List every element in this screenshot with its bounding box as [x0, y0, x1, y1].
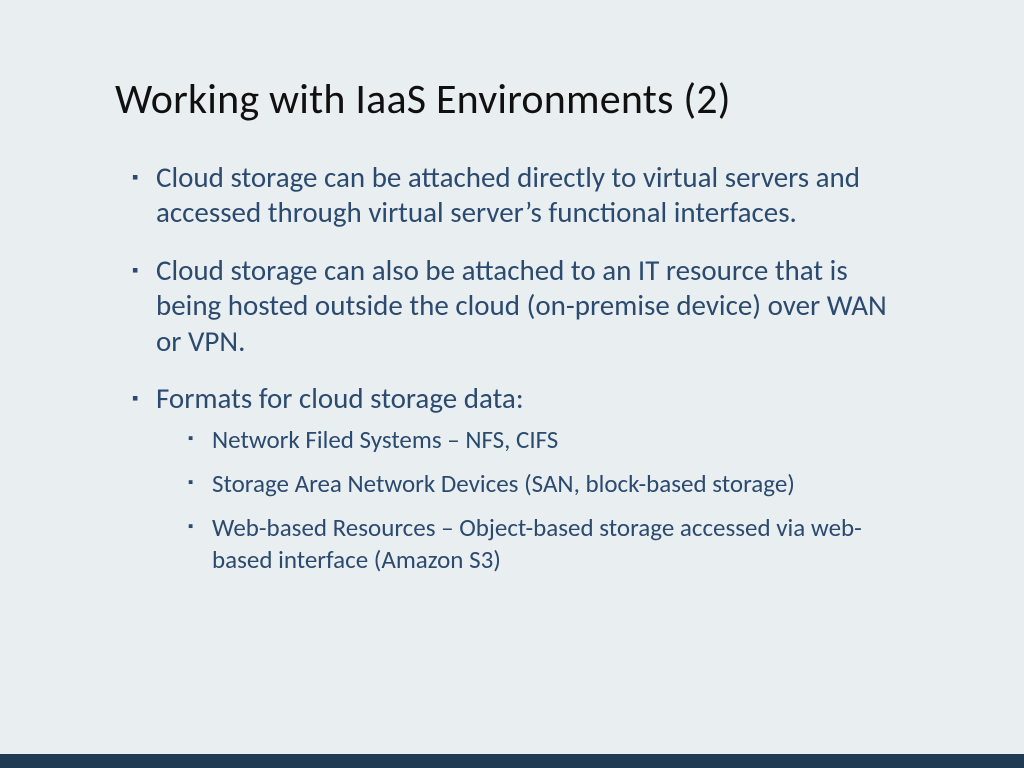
footer-bar: [0, 754, 1024, 768]
sub-bullet-text: Network Filed Systems – NFS, CIFS: [212, 424, 558, 455]
slide-body: Cloud storage can be attached directly t…: [132, 160, 912, 598]
sub-bullet-item: Web-based Resources – Object-based stora…: [188, 512, 912, 576]
bullet-text: Cloud storage can be attached directly t…: [156, 159, 860, 230]
bullet-text: Formats for cloud storage data:: [156, 380, 524, 416]
bullet-item: Cloud storage can also be attached to an…: [132, 253, 912, 359]
sub-bullet-item: Storage Area Network Devices (SAN, block…: [188, 468, 912, 500]
sub-bullet-text: Web-based Resources – Object-based stora…: [212, 512, 862, 575]
bullet-item: Cloud storage can be attached directly t…: [132, 160, 912, 231]
sub-bullet-item: Network Filed Systems – NFS, CIFS: [188, 424, 912, 456]
sub-bullet-list: Network Filed Systems – NFS, CIFS Storag…: [188, 424, 912, 576]
bullet-text: Cloud storage can also be attached to an…: [156, 252, 887, 359]
slide-title: Working with IaaS Environments (2): [115, 74, 954, 125]
sub-bullet-text: Storage Area Network Devices (SAN, block…: [212, 468, 795, 499]
bullet-item: Formats for cloud storage data: Network …: [132, 381, 912, 576]
bullet-list: Cloud storage can be attached directly t…: [132, 160, 912, 576]
slide: Working with IaaS Environments (2) Cloud…: [0, 0, 1024, 768]
